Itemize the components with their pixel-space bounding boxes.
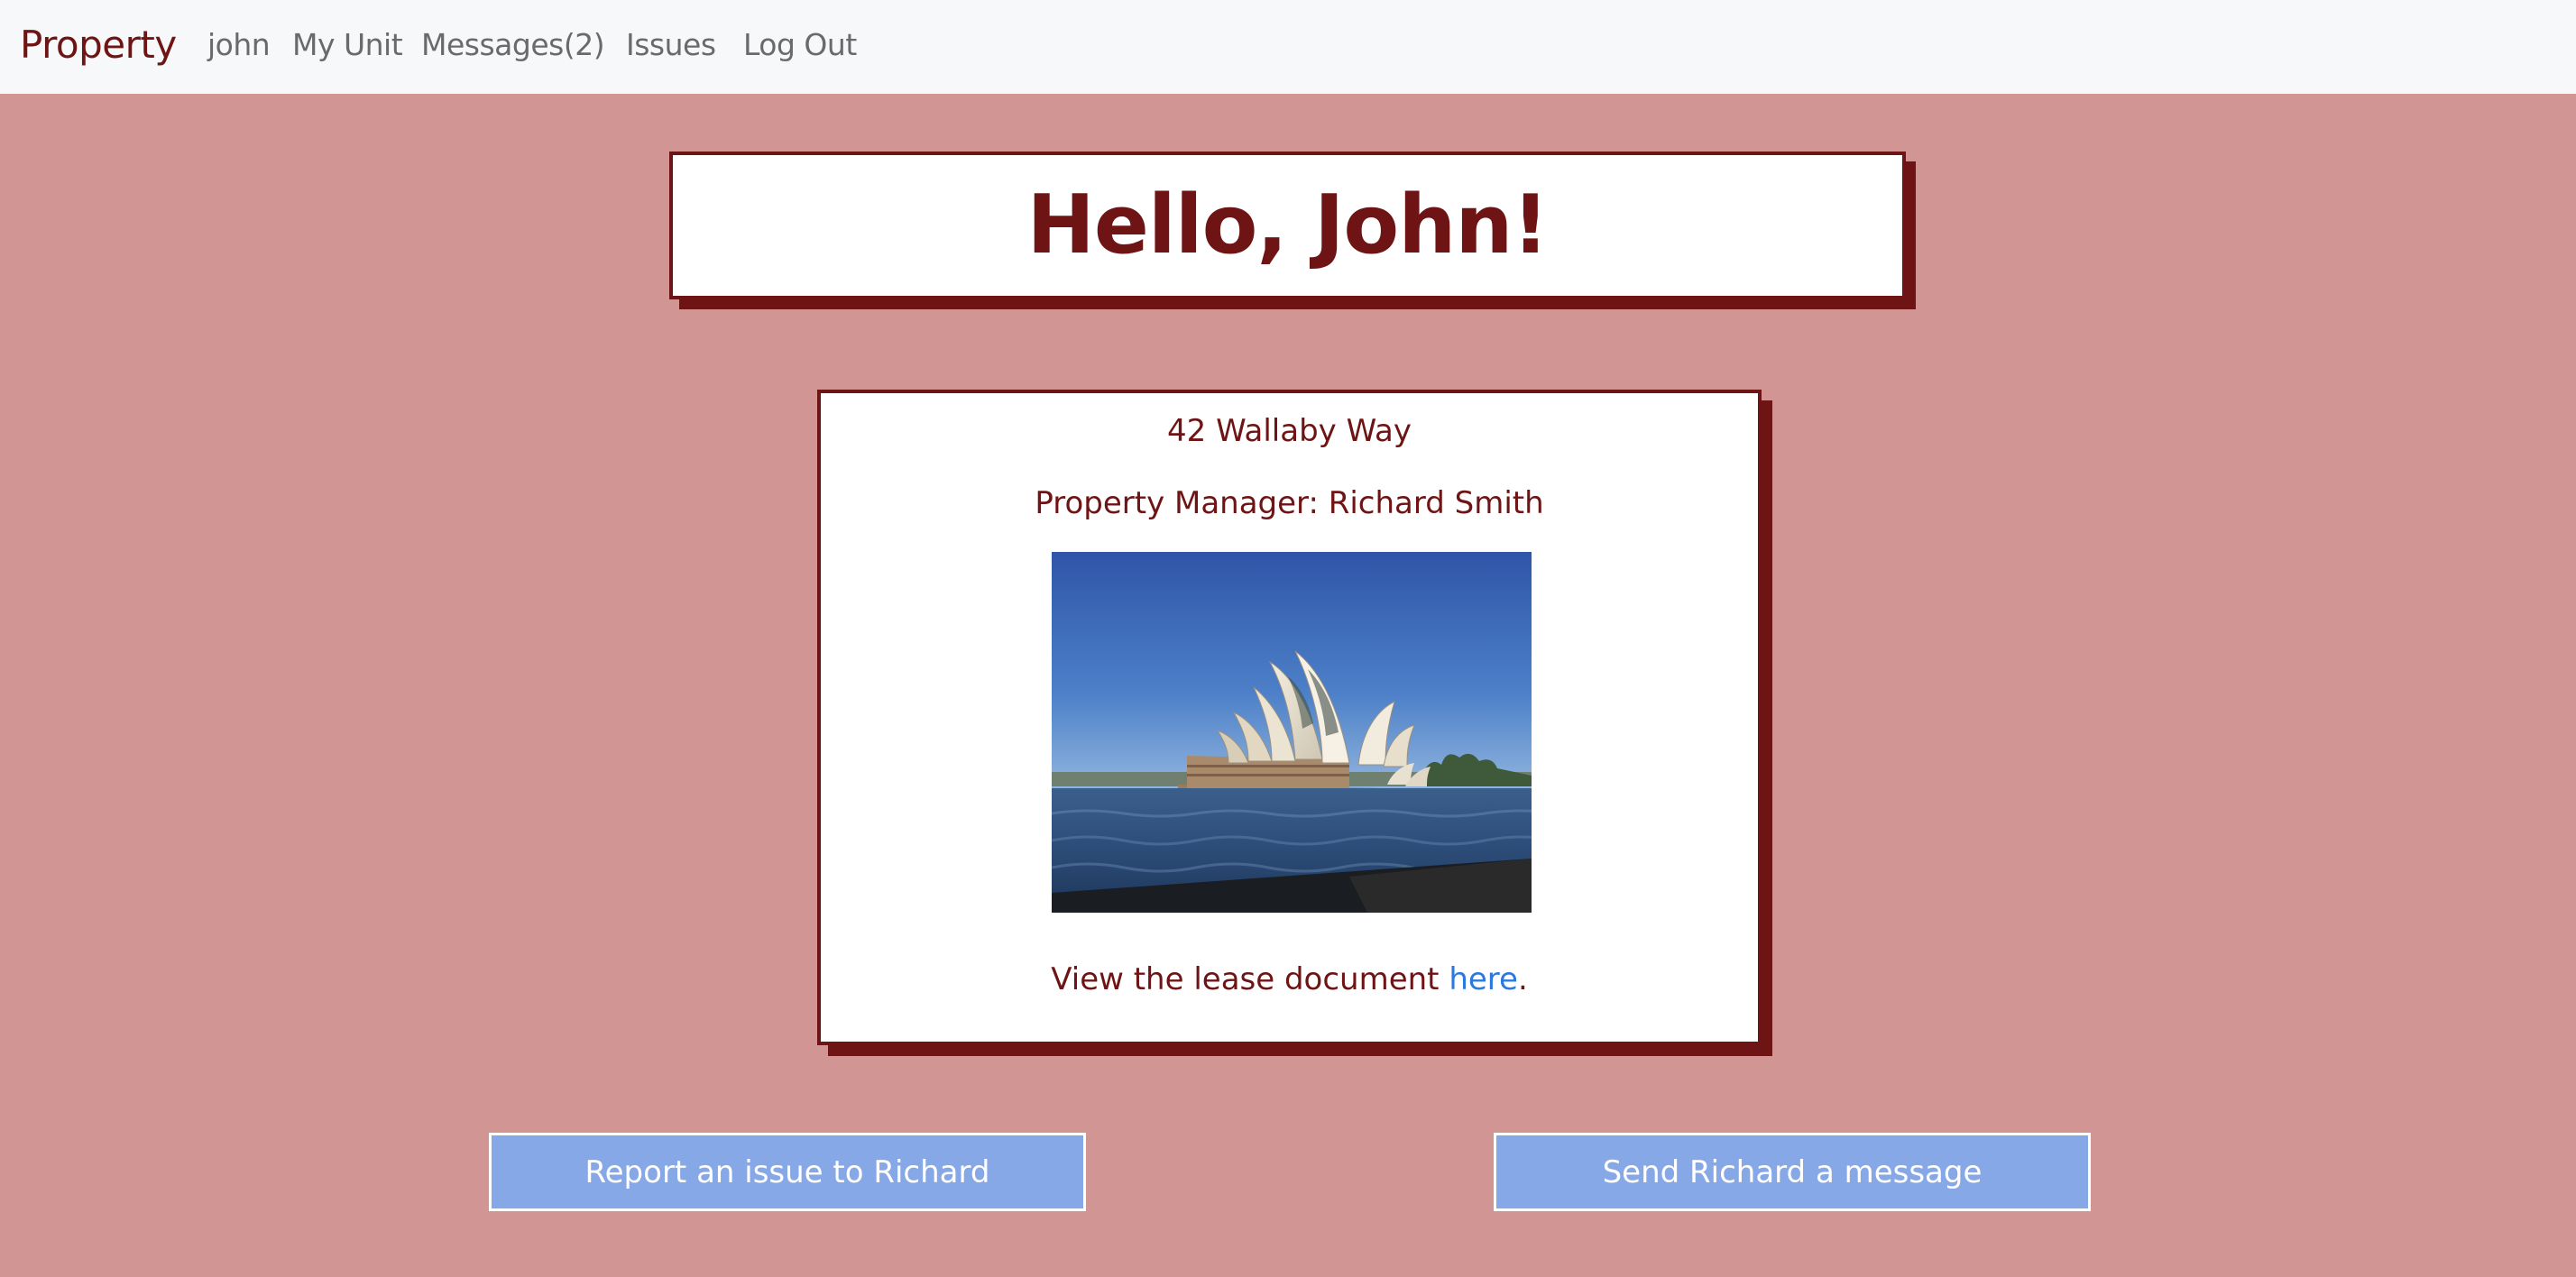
lease-document-link[interactable]: here <box>1449 961 1518 997</box>
report-issue-button[interactable]: Report an issue to Richard <box>489 1133 1086 1211</box>
top-navbar: Property john My Unit Messages(2) Issues… <box>0 0 2576 94</box>
unit-address: 42 Wallaby Way <box>1167 413 1412 449</box>
unit-card: 42 Wallaby Way Property Manager: Richard… <box>817 390 1762 1045</box>
greeting-heading: Hello, John! <box>1026 178 1550 272</box>
brand-link[interactable]: Property <box>20 20 177 70</box>
lease-text: View the lease document <box>1051 961 1449 997</box>
nav-link-my-unit[interactable]: My Unit <box>292 25 403 65</box>
nav-link-username[interactable]: john <box>207 25 271 65</box>
property-manager-label: Property Manager: <box>1035 485 1329 521</box>
lease-suffix: . <box>1517 961 1528 997</box>
unit-photo <box>1052 552 1532 913</box>
lease-line: View the lease document here. <box>821 960 1758 999</box>
property-manager-name: Richard Smith <box>1328 485 1544 521</box>
nav-link-messages[interactable]: Messages(2) <box>421 25 605 65</box>
send-message-button[interactable]: Send Richard a message <box>1494 1133 2091 1211</box>
nav-link-issues[interactable]: Issues <box>626 25 716 65</box>
greeting-panel: Hello, John! <box>669 152 1906 299</box>
nav-link-log-out[interactable]: Log Out <box>743 25 857 65</box>
property-manager-line: Property Manager: Richard Smith <box>821 483 1758 523</box>
